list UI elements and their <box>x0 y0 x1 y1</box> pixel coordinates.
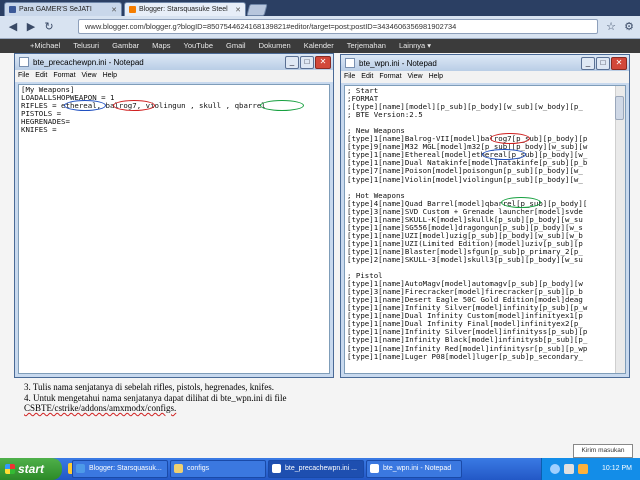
config-path-text: CSBTE/cstrike/addons/amxmodx/configs. <box>24 403 177 413</box>
menu-help[interactable]: Help <box>429 73 443 80</box>
menu-format[interactable]: Format <box>379 73 401 80</box>
taskbar-button-wpn[interactable]: bte_wpn.ini - Notepad <box>366 460 462 478</box>
annotation-circle-green <box>501 197 541 208</box>
menu-format[interactable]: Format <box>53 72 75 79</box>
step-4-text: 4. Untuk mengetahui nama senjatanya dapa… <box>24 392 287 403</box>
notepad-menu: File Edit Format View Help <box>341 71 629 83</box>
google-bar-item[interactable]: Gmail <box>226 41 246 50</box>
close-button[interactable]: ✕ <box>611 57 627 70</box>
annotation-circle-blue <box>482 149 526 160</box>
google-bar-item[interactable]: Terjemahan <box>347 41 386 50</box>
google-bar-item[interactable]: Maps <box>152 41 170 50</box>
blog-post-text: 3. Tulis nama senjatanya di sebelah rifl… <box>24 382 324 414</box>
menu-edit[interactable]: Edit <box>361 73 373 80</box>
taskbar-button-label: Blogger: Starsquasuk... <box>89 465 162 472</box>
google-bar-item[interactable]: +Michael <box>30 41 60 50</box>
annotation-circle-blue <box>64 100 106 111</box>
taskbar-button-label: bte_wpn.ini - Notepad <box>383 465 452 472</box>
google-bar-item[interactable]: Dokumen <box>259 41 291 50</box>
facebook-icon <box>9 6 16 13</box>
close-tab-icon[interactable]: ✕ <box>108 6 117 14</box>
window-title: bte_precachewpn.ini - Notepad <box>33 57 144 67</box>
feedback-tooltip[interactable]: Kirim masukan <box>573 444 633 458</box>
blogger-icon <box>129 6 136 13</box>
step-3-text: 3. Tulis nama senjatanya di sebelah rifl… <box>24 382 274 392</box>
browser-tab-label: Blogger: Starsquasuke Steel <box>139 6 228 13</box>
taskbar-button-blogger[interactable]: Blogger: Starsquasuk... <box>72 460 168 478</box>
star-icon[interactable]: ☆ <box>604 20 618 34</box>
browser-tab-para-gamers[interactable]: Para GAMER'S SeJATI ✕ <box>4 2 122 16</box>
notepad-precache-window: bte_precachewpn.ini - Notepad _ □ ✕ File… <box>14 53 334 378</box>
notepad-icon <box>345 58 355 68</box>
menu-file[interactable]: File <box>344 73 355 80</box>
notepad-icon <box>370 464 379 473</box>
taskbar-button-label: configs <box>187 465 210 472</box>
menu-edit[interactable]: Edit <box>35 72 47 79</box>
taskbar-button-precache[interactable]: bte_precachewpn.ini ... <box>268 460 364 478</box>
maximize-button[interactable]: □ <box>596 57 610 70</box>
tray-app-icon[interactable] <box>578 464 588 474</box>
start-button[interactable]: start <box>0 458 62 480</box>
google-bar-item[interactable]: Lainnya ▾ <box>399 41 431 50</box>
notepad-text-area[interactable]: [My Weapons] LOADALLSHOPWEAPON = 1 RIFLE… <box>18 84 330 374</box>
minimize-button[interactable]: _ <box>285 56 299 69</box>
menu-view[interactable]: View <box>82 72 97 79</box>
google-bar-item[interactable]: Telusuri <box>73 41 99 50</box>
menu-file[interactable]: File <box>18 72 29 79</box>
volume-icon[interactable] <box>564 464 574 474</box>
notepad-content: ; Start ;FORMAT ;[type][name][model][p_s… <box>347 86 588 361</box>
annotation-circle-red <box>490 133 530 144</box>
browser-tab-blogger[interactable]: Blogger: Starsquasuke Steel ✕ <box>124 2 246 16</box>
browser-tab-label: Para GAMER'S SeJATI <box>19 6 92 13</box>
close-button[interactable]: ✕ <box>315 56 331 69</box>
google-bar-item[interactable]: Kalender <box>304 41 334 50</box>
notepad-text-area[interactable]: ; Start ;FORMAT ;[type][name][model][p_s… <box>344 85 626 374</box>
browser-tab-strip: Para GAMER'S SeJATI ✕ Blogger: Starsquas… <box>0 0 640 16</box>
window-title: bte_wpn.ini - Notepad <box>359 58 437 68</box>
google-bar: +Michael Telusuri Gambar Maps YouTube Gmail Do… <box>0 39 640 53</box>
vertical-scrollbar[interactable] <box>615 86 625 373</box>
annotation-circle-red <box>113 100 155 111</box>
system-tray: 10:12 PM <box>541 458 640 480</box>
folder-icon <box>174 464 183 473</box>
address-bar[interactable]: www.blogger.com/blogger.g?blogID=8507544… <box>78 19 598 34</box>
clock[interactable]: 10:12 PM <box>602 458 632 480</box>
scrollbar-thumb[interactable] <box>615 96 624 120</box>
annotation-circle-green <box>260 100 304 111</box>
taskbar: start Blogger: Starsquasuk... configs bt… <box>0 458 640 480</box>
forward-icon[interactable]: ▶ <box>24 20 38 34</box>
notepad-wpn-window: bte_wpn.ini - Notepad _ □ ✕ File Edit Form… <box>340 54 630 378</box>
reload-icon[interactable]: ↻ <box>42 20 56 34</box>
notepad-icon <box>272 464 281 473</box>
close-tab-icon[interactable]: ✕ <box>232 6 241 14</box>
new-tab-button[interactable] <box>246 4 268 16</box>
taskbar-button-label: bte_precachewpn.ini ... <box>285 465 357 472</box>
menu-view[interactable]: View <box>408 73 423 80</box>
notepad-icon <box>19 57 29 67</box>
back-icon[interactable]: ◀ <box>6 20 20 34</box>
wrench-icon[interactable]: ⚙ <box>622 20 636 34</box>
menu-help[interactable]: Help <box>103 72 117 79</box>
minimize-button[interactable]: _ <box>581 57 595 70</box>
maximize-button[interactable]: □ <box>300 56 314 69</box>
notepad-menu: File Edit Format View Help <box>15 70 333 82</box>
google-bar-item[interactable]: YouTube <box>184 41 213 50</box>
taskbar-button-configs[interactable]: configs <box>170 460 266 478</box>
browser-toolbar: ◀ ▶ ↻ www.blogger.com/blogger.g?blogID=8… <box>0 16 640 39</box>
network-icon[interactable] <box>550 464 560 474</box>
chrome-icon <box>76 464 85 473</box>
google-bar-item[interactable]: Gambar <box>112 41 139 50</box>
